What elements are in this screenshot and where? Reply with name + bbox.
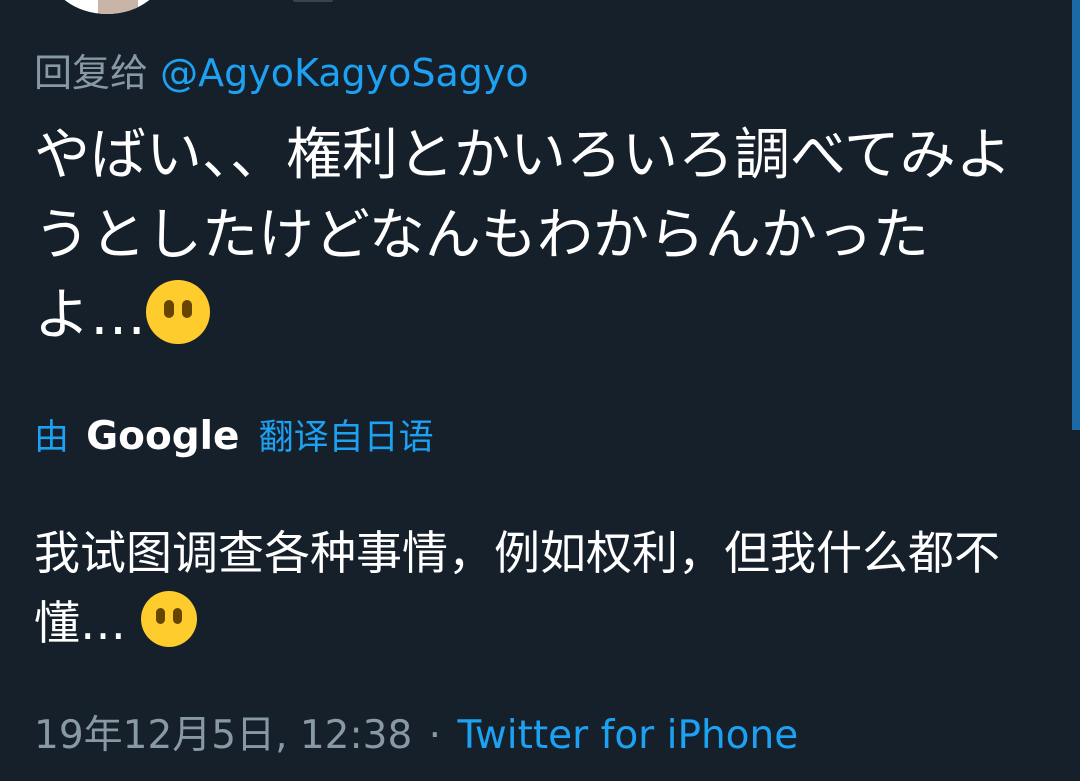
author-name-fragment: [293, 0, 333, 2]
tweet-text: やばい、、権利とかいろいろ調べてみようとしたけどなんもわからんかったよ…: [34, 116, 1034, 356]
tweet-meta: 19年12月5日, 12:38 · Twitter for iPhone: [34, 710, 798, 762]
scrollbar[interactable]: [1072, 0, 1080, 430]
neutral-face-no-mouth-icon: [146, 280, 210, 344]
translation-attribution[interactable]: 由 Google 翻译自日语: [34, 414, 434, 461]
translated-text: 我试图调查各种事情，例如权利，但我什么都不懂…: [34, 518, 1044, 658]
reply-handle-link[interactable]: @AgyoKagyoSagyo: [160, 51, 529, 95]
reply-to-line: 回复给 @AgyoKagyoSagyo: [34, 50, 529, 96]
neutral-face-no-mouth-icon: [140, 591, 197, 647]
translation-by-label: 由: [34, 418, 70, 458]
reply-prefix: 回复给: [34, 51, 149, 95]
tweet-timestamp: 19年12月5日, 12:38: [34, 713, 413, 758]
translation-source-label: 翻译自日语: [258, 418, 434, 458]
google-logo: Google: [86, 414, 240, 459]
tweet-source-link[interactable]: Twitter for iPhone: [457, 713, 798, 758]
meta-separator: ·: [428, 713, 442, 758]
avatar[interactable]: [48, 0, 166, 14]
